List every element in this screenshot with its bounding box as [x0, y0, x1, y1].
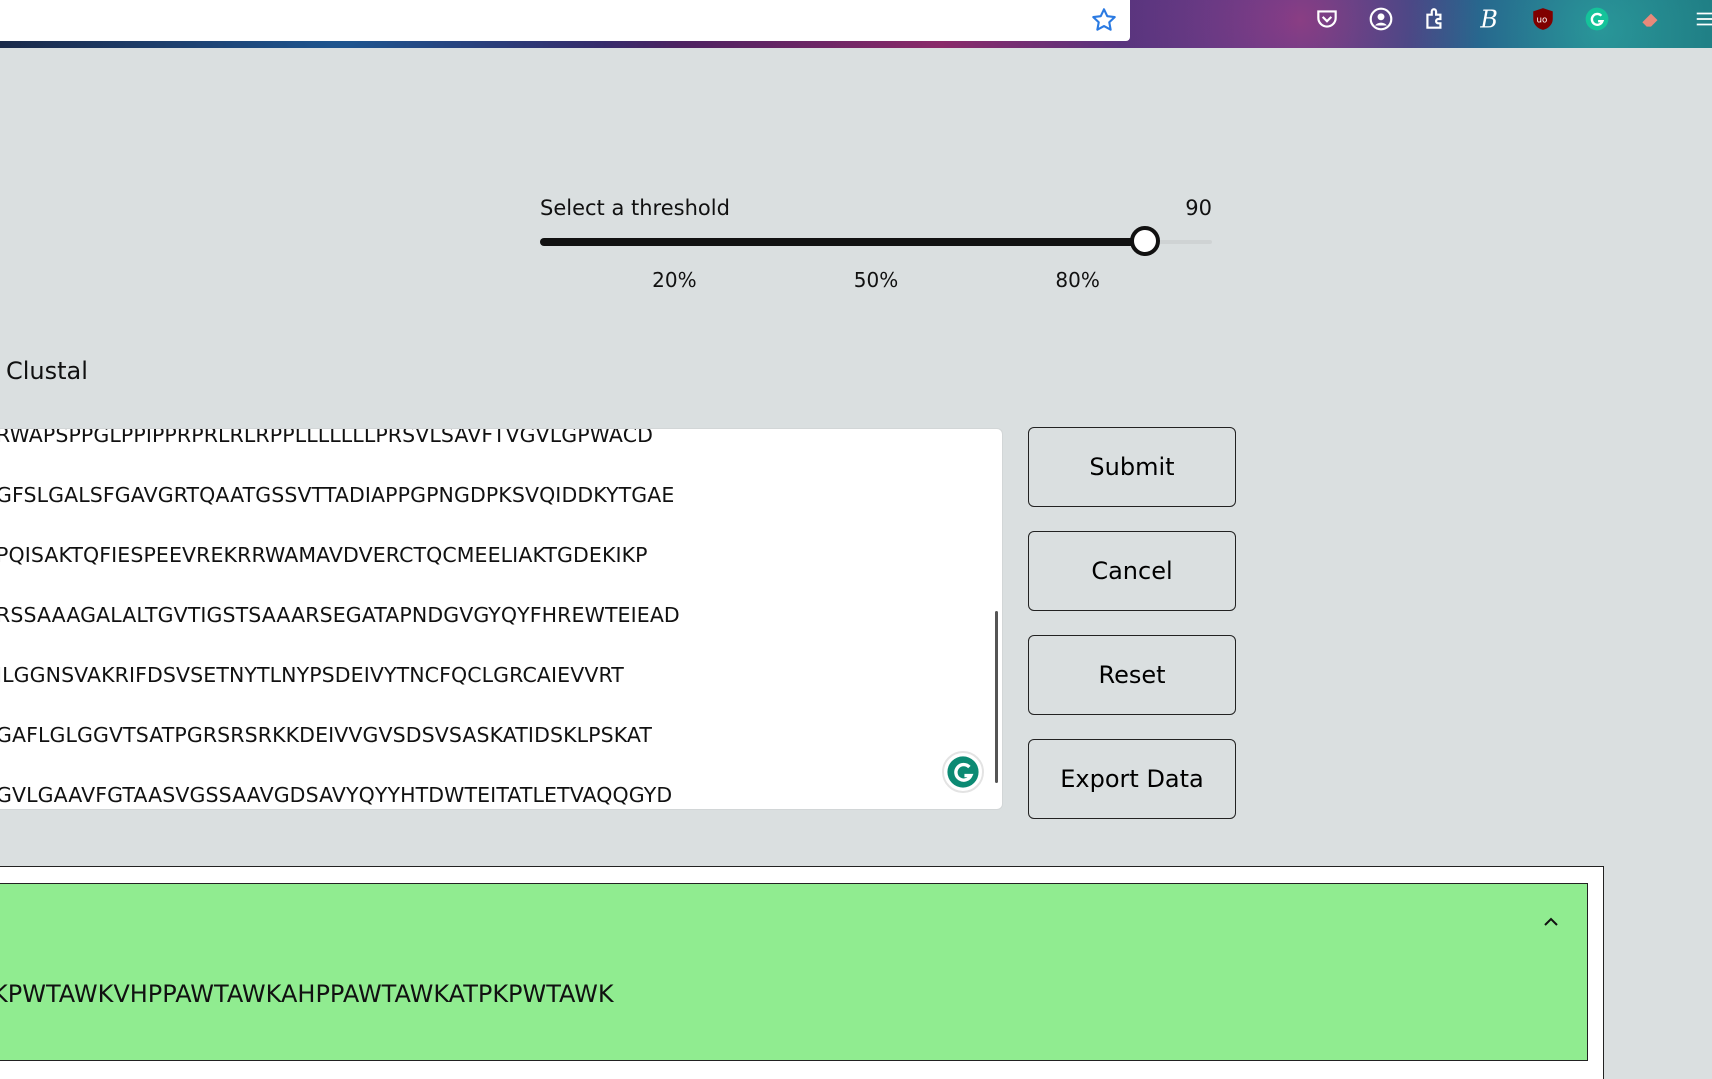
slider-mark-80: 80% — [1055, 268, 1100, 292]
export-data-button[interactable]: Export Data — [1028, 739, 1236, 819]
sequence-textarea[interactable]: RWAPSPPGLPPIPPRPRLRLRPPLLLLLLLPRSVLSAVFT… — [0, 428, 1003, 810]
cancel-button[interactable]: Cancel — [1028, 531, 1236, 611]
slider-track-fill[interactable] — [540, 238, 1145, 246]
slider-mark-50: 50% — [853, 268, 899, 292]
address-bar[interactable] — [0, 0, 1130, 41]
sequence-line: PQISAKTQFIESPEEVREKRRWAMAVDVERCTQCMEELIA… — [0, 543, 648, 567]
textarea-scrollbar[interactable] — [995, 611, 998, 783]
submit-button[interactable]: Submit — [1028, 427, 1236, 507]
chevron-up-icon[interactable] — [1541, 914, 1561, 930]
grammarly-icon[interactable] — [1580, 2, 1614, 36]
svg-text:B: B — [1479, 6, 1498, 32]
b-extension-icon[interactable]: B — [1472, 2, 1506, 36]
section-title: Clustal — [6, 357, 88, 385]
menu-icon[interactable] — [1688, 2, 1712, 36]
account-icon[interactable] — [1364, 2, 1398, 36]
bookmark-star-icon[interactable] — [1090, 6, 1118, 34]
svg-text:uo: uo — [1537, 15, 1548, 25]
pocket-icon[interactable] — [1310, 2, 1344, 36]
reset-button[interactable]: Reset — [1028, 635, 1236, 715]
sequence-line: GFSLGALSFGAVGRTQAATGSSVTTADIAPPGPNGDPKSV… — [0, 483, 675, 507]
slider-value: 90 — [1185, 196, 1212, 220]
extensions-icon[interactable] — [1418, 2, 1452, 36]
sequence-line: ILGGNSVAKRIFDSVSETNYTLNYPSDEIVYTNCFQCLGR… — [0, 663, 624, 687]
slider-label: Select a threshold — [540, 196, 730, 220]
result-accordion[interactable]: KPWTAWKVHPPAWTAWKAHPPAWTAWKATPKPWTAWK — [0, 883, 1588, 1061]
slider-thumb[interactable] — [1129, 226, 1160, 256]
sequence-line: RSSAAAGALALTGVTIGSTSAAARSEGATAPNDGVGYQYF… — [0, 603, 680, 627]
sequence-line: GVLGAAVFGTAASVGSSAAVGDSAVYQYYHTDWTEITATL… — [0, 783, 673, 807]
ublock-icon[interactable]: uo — [1526, 2, 1560, 36]
eraser-icon[interactable] — [1634, 2, 1668, 36]
result-sequence: KPWTAWKVHPPAWTAWKAHPPAWTAWKATPKPWTAWK — [0, 980, 614, 1008]
sequence-line: RWAPSPPGLPPIPPRPRLRLRPPLLLLLLLPRSVLSAVFT… — [0, 428, 653, 447]
grammarly-icon[interactable] — [942, 751, 984, 793]
slider-mark-20: 20% — [652, 268, 697, 292]
extensions-toolbar: B uo — [1310, 0, 1712, 38]
sequence-line: GAFLGLGGVTSATPGRSRSRKKDEIVVGVSDSVSASKATI… — [0, 723, 653, 747]
